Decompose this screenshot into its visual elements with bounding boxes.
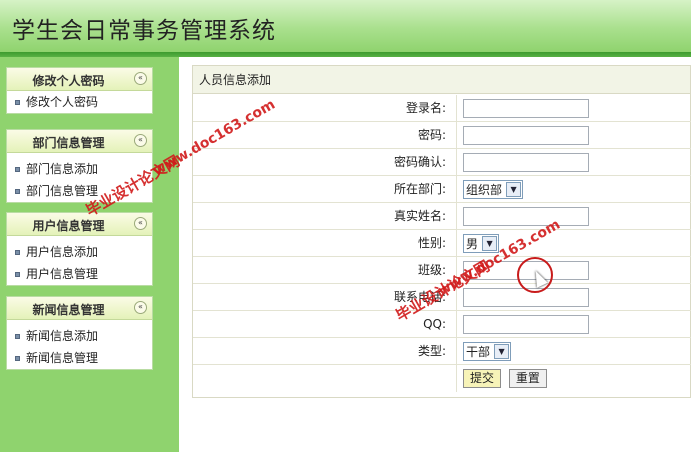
sidebar-item-department-manage[interactable]: 部门信息管理 — [7, 180, 152, 202]
sidebar-item-news-manage[interactable]: 新闻信息管理 — [7, 347, 152, 369]
submit-button[interactable]: 提交 — [463, 369, 502, 388]
gender-select[interactable]: 男 ▼ — [463, 234, 500, 253]
form-row-actions: 提交 重置 — [193, 365, 691, 392]
form-title: 人员信息添加 — [193, 66, 690, 94]
login-label: 登录名: — [193, 95, 457, 122]
sidebar-panel-department: 部门信息管理 « 部门信息添加 部门信息管理 — [6, 129, 153, 203]
form-row-login: 登录名: — [193, 95, 691, 122]
form-row-realname: 真实姓名: — [193, 203, 691, 230]
realname-label: 真实姓名: — [193, 203, 457, 230]
bullet-icon — [15, 272, 20, 277]
form-row-password: 密码: — [193, 122, 691, 149]
department-select[interactable]: 组织部 ▼ — [463, 180, 524, 199]
form-row-type: 类型: 干部 ▼ — [193, 338, 691, 365]
form-row-class: 班级: — [193, 257, 691, 284]
sidebar-panel-news: 新闻信息管理 « 新闻信息添加 新闻信息管理 — [6, 296, 153, 370]
chevron-down-icon: ▼ — [506, 182, 522, 197]
collapse-icon[interactable]: « — [134, 72, 147, 85]
realname-input[interactable] — [463, 207, 589, 226]
sidebar-item-user-manage[interactable]: 用户信息管理 — [7, 263, 152, 285]
form-row-gender: 性别: 男 ▼ — [193, 230, 691, 257]
sidebar-panel-user: 用户信息管理 « 用户信息添加 用户信息管理 — [6, 212, 153, 286]
password-confirm-input[interactable] — [463, 153, 589, 172]
bullet-icon — [15, 100, 20, 105]
form-row-password-confirm: 密码确认: — [193, 149, 691, 176]
gender-label: 性别: — [193, 230, 457, 257]
collapse-icon[interactable]: « — [134, 217, 147, 230]
phone-label: 联系电话: — [193, 284, 457, 311]
login-input[interactable] — [463, 99, 589, 118]
app-title: 学生会日常事务管理系统 — [12, 18, 276, 44]
reset-button[interactable]: 重置 — [508, 369, 547, 388]
qq-input[interactable] — [463, 315, 589, 334]
form-row-phone: 联系电话: — [193, 284, 691, 311]
qq-label: QQ: — [193, 311, 457, 338]
panel-header[interactable]: 用户信息管理 « — [7, 213, 152, 236]
bullet-icon — [15, 356, 20, 361]
password-confirm-label: 密码确认: — [193, 149, 457, 176]
collapse-icon[interactable]: « — [134, 301, 147, 314]
chevron-down-icon: ▼ — [482, 236, 498, 251]
panel-title: 修改个人密码 — [32, 74, 105, 88]
bullet-icon — [15, 189, 20, 194]
type-select[interactable]: 干部 ▼ — [463, 342, 512, 361]
sidebar-item-department-add[interactable]: 部门信息添加 — [7, 158, 152, 180]
header-banner: 学生会日常事务管理系统 — [0, 0, 691, 52]
chevron-down-icon: ▼ — [494, 344, 510, 359]
password-input[interactable] — [463, 126, 589, 145]
panel-title: 部门信息管理 — [32, 136, 105, 150]
form-row-department: 所在部门: 组织部 ▼ — [193, 176, 691, 203]
panel-header[interactable]: 新闻信息管理 « — [7, 297, 152, 320]
panel-header[interactable]: 部门信息管理 « — [7, 130, 152, 153]
type-label: 类型: — [193, 338, 457, 365]
panel-title: 用户信息管理 — [32, 219, 105, 233]
panel-title: 新闻信息管理 — [32, 303, 105, 317]
panel-header[interactable]: 修改个人密码 « — [7, 68, 152, 91]
sidebar-panel-password: 修改个人密码 « 修改个人密码 — [6, 67, 153, 114]
bullet-icon — [15, 250, 20, 255]
sidebar-item-user-add[interactable]: 用户信息添加 — [7, 241, 152, 263]
form-row-qq: QQ: — [193, 311, 691, 338]
sidebar: 修改个人密码 « 修改个人密码 部门信息管理 « 部门信息添加 部门信息管理 用… — [0, 57, 179, 452]
sidebar-item-change-password[interactable]: 修改个人密码 — [7, 91, 152, 113]
department-label: 所在部门: — [193, 176, 457, 203]
user-add-form: 人员信息添加 登录名: 密码: 密码确认: 所在部门: 组织部 ▼ 真实姓名: — [192, 65, 691, 398]
sidebar-item-news-add[interactable]: 新闻信息添加 — [7, 325, 152, 347]
main-content: 人员信息添加 登录名: 密码: 密码确认: 所在部门: 组织部 ▼ 真实姓名: — [179, 57, 691, 452]
actions-label-cell — [193, 365, 457, 392]
collapse-icon[interactable]: « — [134, 134, 147, 147]
password-label: 密码: — [193, 122, 457, 149]
class-label: 班级: — [193, 257, 457, 284]
bullet-icon — [15, 167, 20, 172]
bullet-icon — [15, 334, 20, 339]
